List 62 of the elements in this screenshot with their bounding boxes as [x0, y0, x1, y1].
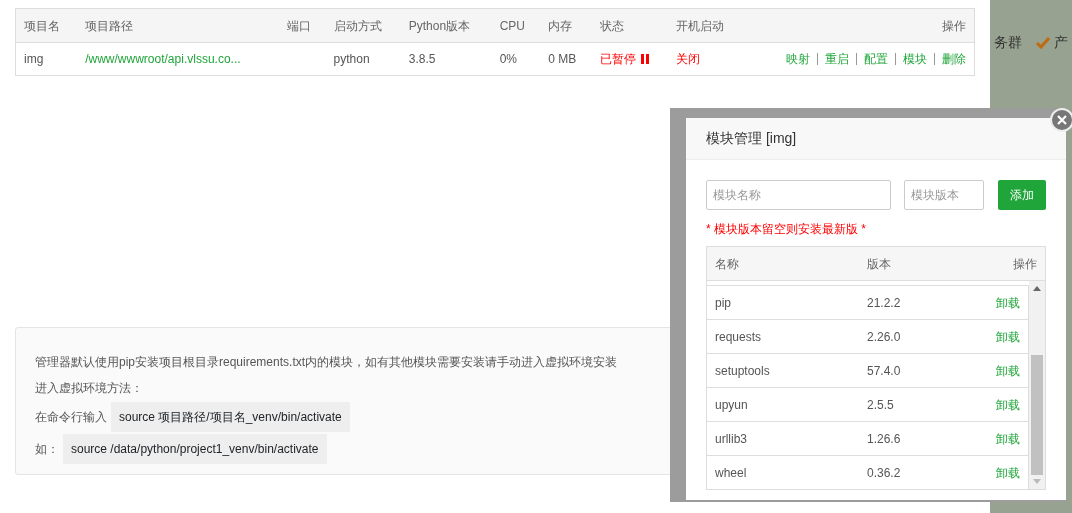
- uninstall-link[interactable]: 卸载: [996, 293, 1020, 312]
- uninstall-link[interactable]: 卸载: [996, 463, 1020, 482]
- module-name: pip: [715, 294, 732, 312]
- column-header: 项目路径: [85, 18, 134, 33]
- project-name: img: [24, 52, 44, 66]
- module-version: 0.36.2: [867, 464, 902, 482]
- background-text: 产: [1054, 33, 1068, 52]
- info-label: 如：: [35, 441, 59, 458]
- status-text: 已暂停: [599, 52, 636, 66]
- column-header: 操作: [942, 18, 966, 33]
- column-header: 操作: [1013, 255, 1037, 273]
- uninstall-link[interactable]: 卸载: [996, 327, 1020, 346]
- uninstall-link[interactable]: 卸载: [996, 361, 1020, 380]
- info-label: 在命令行输入: [35, 409, 107, 426]
- module-version: 57.4.0: [867, 362, 902, 380]
- module-version-field[interactable]: 模块版本: [904, 180, 984, 210]
- action-link[interactable]: 重启: [817, 53, 849, 65]
- column-header: 状态: [599, 18, 624, 33]
- module-name: requests: [715, 328, 763, 346]
- module-version: 2.26.0: [867, 328, 902, 346]
- pause-icon[interactable]: [640, 54, 649, 64]
- startup-mode: python: [333, 52, 370, 66]
- column-header: 内存: [548, 18, 573, 33]
- project-path-link[interactable]: /www/wwwroot/api.vlssu.co...: [85, 52, 241, 66]
- module-name-field[interactable]: 模块名称: [706, 180, 891, 210]
- command-snippet: source 项目路径/项目名_venv/bin/activate: [111, 402, 350, 432]
- add-button[interactable]: 添加: [998, 180, 1046, 210]
- background-text: 务群: [994, 33, 1022, 52]
- uninstall-link[interactable]: 卸载: [996, 395, 1020, 414]
- command-snippet: source /data/python/project1_venv/bin/activate: [63, 434, 327, 464]
- column-header: 端口: [286, 18, 311, 33]
- uninstall-link[interactable]: 卸载: [996, 429, 1020, 448]
- module-name: urllib3: [715, 430, 748, 448]
- version-note: * 模块版本留空则安装最新版 *: [706, 221, 867, 238]
- module-name: setuptools: [715, 362, 771, 380]
- column-header: 版本: [867, 255, 892, 273]
- close-icon: [1057, 115, 1067, 125]
- column-header: 启动方式: [333, 18, 382, 33]
- cpu-usage: 0%: [499, 52, 517, 66]
- info-text: 管理器默认使用pip安装项目根目录requirements.txt内的模块，如有其他模块需要安装请手动进入虚拟环境安装: [35, 354, 618, 371]
- module-name: wheel: [715, 464, 748, 482]
- action-link[interactable]: 映射: [786, 53, 810, 65]
- column-header: 名称: [715, 255, 740, 273]
- module-version: 2.5.5: [867, 396, 895, 414]
- module-version: 1.26.6: [867, 430, 902, 448]
- column-header: 开机启动: [676, 18, 725, 33]
- action-link[interactable]: 模块: [895, 53, 927, 65]
- column-header: Python版本: [408, 18, 471, 33]
- info-text: 进入虚拟环境方法：: [35, 380, 143, 397]
- module-name: upyun: [715, 396, 749, 414]
- scrollbar[interactable]: [1029, 281, 1045, 489]
- module-version: 21.2.2: [867, 294, 902, 312]
- action-link[interactable]: 配置: [856, 53, 888, 65]
- check-icon: [1036, 36, 1050, 49]
- column-header: CPU: [499, 18, 525, 33]
- autostart-toggle[interactable]: 关闭: [676, 52, 701, 66]
- column-header: 项目名: [24, 18, 60, 33]
- action-link[interactable]: 删除: [934, 53, 966, 65]
- python-version: 3.8.5: [408, 52, 436, 66]
- modal-title: 模块管理 [img]: [706, 129, 797, 148]
- memory-usage: 0 MB: [548, 52, 577, 66]
- scroll-up-icon[interactable]: [1033, 285, 1041, 291]
